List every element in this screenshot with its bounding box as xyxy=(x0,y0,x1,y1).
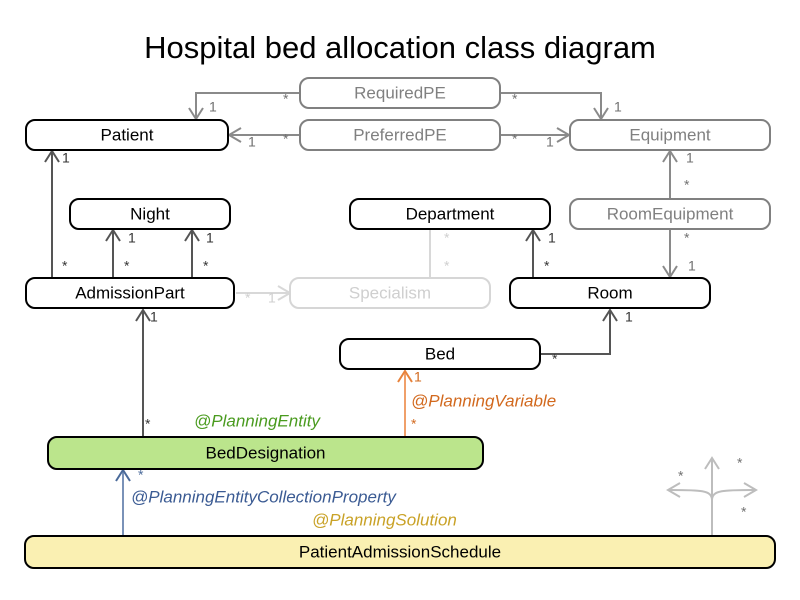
multiplicity-m-room-dept-star: * xyxy=(544,258,550,274)
multiplicity-m-prefpe-equip-one: 1 xyxy=(546,134,554,150)
multiplicity-m-sched-right-star: * xyxy=(741,504,747,520)
class-label-room: Room xyxy=(587,283,632,302)
class-box-night[interactable]: Night xyxy=(69,198,231,230)
class-label-equipment: Equipment xyxy=(629,125,711,144)
class-label-patient: Patient xyxy=(101,125,154,144)
annotation-planning-variable: @PlanningVariable xyxy=(411,391,556,410)
class-label-specialism: Specialism xyxy=(349,283,431,302)
multiplicity-m-reqpe-patient-one: 1 xyxy=(209,99,217,115)
class-box-room[interactable]: Room xyxy=(509,277,711,309)
multiplicity-m-roomeq-equip-star: * xyxy=(684,177,690,193)
class-label-beddesignation: BedDesignation xyxy=(205,443,325,462)
multiplicity-m-prefpe-patient-star: * xyxy=(283,131,289,147)
class-box-preferredpe[interactable]: PreferredPE xyxy=(299,119,501,151)
class-box-requiredpe[interactable]: RequiredPE xyxy=(299,77,501,109)
class-box-patient[interactable]: Patient xyxy=(25,119,229,151)
annotation-planning-solution: @PlanningSolution xyxy=(312,510,457,529)
multiplicity-m-dept-spec-star-top: * xyxy=(444,230,450,246)
multiplicity-m-bd-adm-star: * xyxy=(145,416,151,432)
class-label-night: Night xyxy=(130,204,170,223)
multiplicity-m-roomeq-room-star: * xyxy=(684,230,690,246)
class-label-roomequipment: RoomEquipment xyxy=(607,204,734,223)
page-title: Hospital bed allocation class diagram xyxy=(144,30,656,65)
edge-bed-room xyxy=(540,311,611,355)
multiplicity-m-dept-room-one: 1 xyxy=(548,230,556,246)
multiplicity-m-bed-room-star: * xyxy=(552,351,558,367)
multiplicity-m-night-right-one: 1 xyxy=(206,230,214,246)
multiplicity-m-sched-up-star: * xyxy=(737,455,743,471)
multiplicity-m-night-left-one: 1 xyxy=(128,230,136,246)
class-label-requiredpe: RequiredPE xyxy=(354,83,446,102)
multiplicity-m-dept-spec-star-bot: * xyxy=(444,258,450,274)
class-box-equipment[interactable]: Equipment xyxy=(569,119,771,151)
class-box-schedule[interactable]: PatientAdmissionSchedule xyxy=(24,535,776,569)
multiplicity-m-adm-patient-star: * xyxy=(62,258,68,274)
class-box-admissionpart[interactable]: AdmissionPart xyxy=(25,277,235,309)
class-label-bed: Bed xyxy=(425,344,455,363)
multiplicity-m-adm-spec-star: * xyxy=(245,290,251,306)
class-box-beddesignation[interactable]: BedDesignation xyxy=(47,436,484,470)
multiplicity-m-roomeq-room-one: 1 xyxy=(688,258,696,274)
class-box-specialism[interactable]: Specialism xyxy=(289,277,491,309)
multiplicity-m-room-bed-one: 1 xyxy=(625,309,633,325)
multiplicity-m-adm-spec-one: 1 xyxy=(268,290,276,306)
multiplicity-m-reqpe-equip-one: 1 xyxy=(614,99,622,115)
class-label-preferredpe: PreferredPE xyxy=(353,125,447,144)
uml-diagram-svg: Hospital bed allocation class diagram Re… xyxy=(24,30,776,569)
class-box-bed[interactable]: Bed xyxy=(339,338,541,370)
annotation-planning-entity: @PlanningEntity xyxy=(194,411,321,430)
multiplicity-m-adm-night-right-star: * xyxy=(203,258,209,274)
multiplicity-m-sched-left-star: * xyxy=(678,468,684,484)
multiplicity-m-reqpe-equip-star: * xyxy=(512,91,518,107)
multiplicity-m-patient-adm-one: 1 xyxy=(62,150,70,166)
annotation-planning-entity-collection-property: @PlanningEntityCollectionProperty xyxy=(131,487,397,506)
multiplicity-m-prefpe-equip-star: * xyxy=(512,131,518,147)
multiplicity-m-prefpe-patient-one: 1 xyxy=(248,134,256,150)
class-label-admissionpart: AdmissionPart xyxy=(75,283,185,302)
class-label-schedule: PatientAdmissionSchedule xyxy=(299,542,501,561)
multiplicity-m-reqpe-patient-star: * xyxy=(283,91,289,107)
multiplicity-m-equip-roomeq-one: 1 xyxy=(686,150,694,166)
multiplicity-m-sched-bd-star: * xyxy=(138,467,144,483)
multiplicity-m-adm-night-left-star: * xyxy=(124,258,130,274)
multiplicity-m-adm-bd-one: 1 xyxy=(150,309,158,325)
multiplicity-m-bed-bd-one: 1 xyxy=(414,369,422,385)
class-label-department: Department xyxy=(406,204,495,223)
class-box-roomequipment[interactable]: RoomEquipment xyxy=(569,198,771,230)
multiplicity-m-bd-bed-star: * xyxy=(411,416,417,432)
class-box-department[interactable]: Department xyxy=(349,198,551,230)
class-diagram-canvas: Hospital bed allocation class diagram Re… xyxy=(0,0,800,600)
